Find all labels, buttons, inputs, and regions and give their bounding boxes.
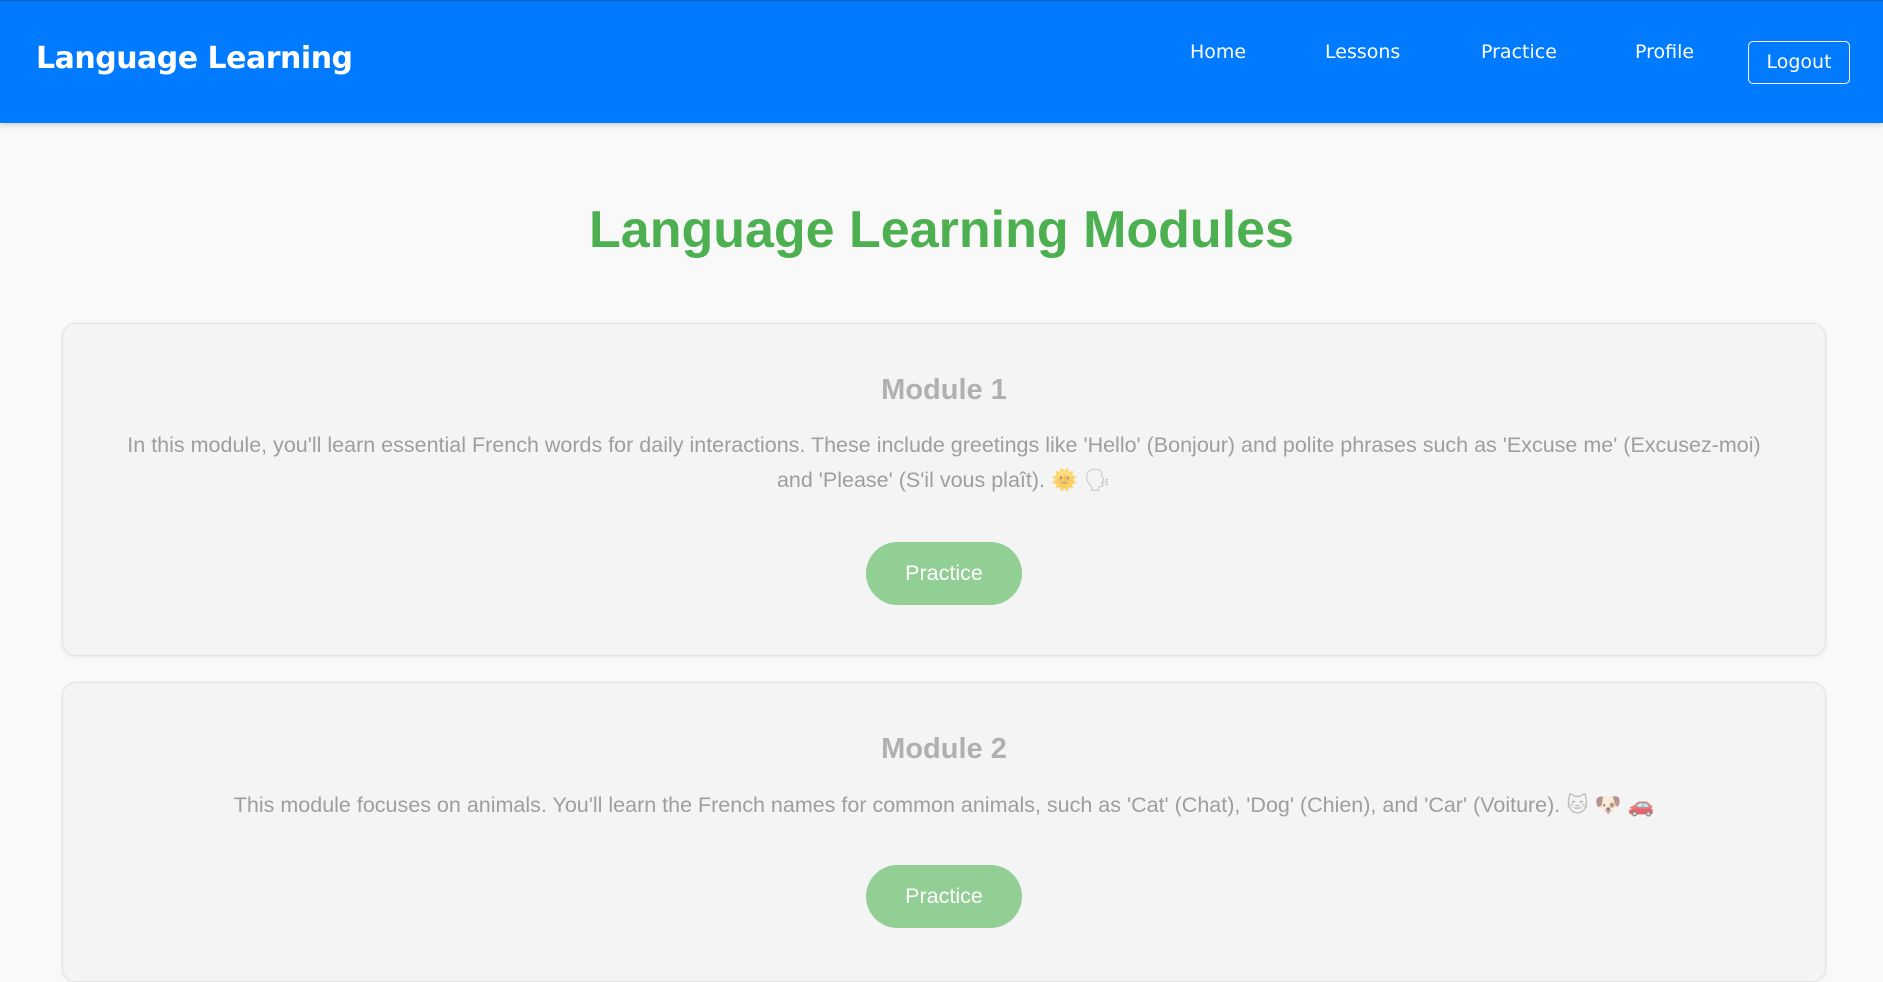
- module-description: In this module, you'll learn essential F…: [123, 428, 1765, 498]
- module-card-2: Module 2 This module focuses on animals.…: [62, 682, 1826, 982]
- practice-button-module-2[interactable]: Practice: [866, 865, 1022, 928]
- speaking-head-emoji-icon: 🗣: [1083, 468, 1112, 493]
- nav-link-lessons[interactable]: Lessons: [1325, 41, 1400, 63]
- brand-logo-text[interactable]: Language Learning: [36, 41, 353, 76]
- dog-emoji-icon: 🐶: [1594, 793, 1622, 818]
- logout-button[interactable]: Logout: [1748, 41, 1850, 84]
- module-description-text: In this module, you'll learn essential F…: [127, 433, 1761, 492]
- module-title: Module 2: [881, 733, 1007, 765]
- module-card-1: Module 1 In this module, you'll learn es…: [62, 323, 1826, 656]
- nav-link-home[interactable]: Home: [1190, 41, 1246, 63]
- car-emoji-icon: 🚗: [1627, 793, 1655, 818]
- module-description: This module focuses on animals. You'll l…: [123, 788, 1765, 823]
- sun-emoji-icon: 🌞: [1050, 468, 1078, 493]
- nav-link-practice[interactable]: Practice: [1481, 41, 1557, 63]
- top-navbar: Language Learning Home Lessons Practice …: [0, 0, 1883, 123]
- module-description-text: This module focuses on animals. You'll l…: [233, 793, 1561, 817]
- module-title: Module 1: [881, 374, 1007, 406]
- practice-button-module-1[interactable]: Practice: [866, 542, 1022, 605]
- page-title: Language Learning Modules: [589, 201, 1294, 259]
- cat-emoji-icon: 🐱: [1566, 793, 1589, 818]
- nav-link-profile[interactable]: Profile: [1635, 41, 1694, 63]
